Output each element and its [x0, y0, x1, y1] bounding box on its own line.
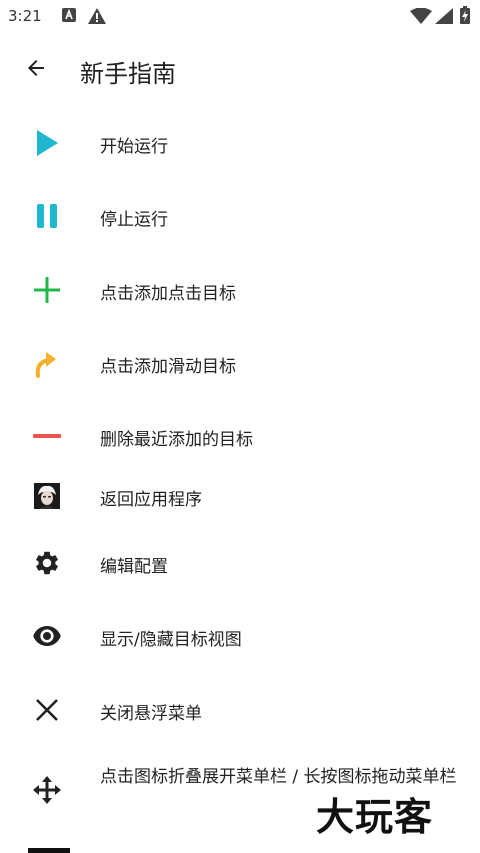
guide-item-label: 点击添加点击目标: [100, 284, 236, 304]
app-avatar-icon: [24, 482, 70, 510]
back-button[interactable]: [16, 50, 56, 90]
page-title: 新手指南: [80, 60, 176, 88]
guide-item-label: 显示/隐藏目标视图: [100, 630, 242, 650]
guide-item-add-swipe[interactable]: 点击添加滑动目标: [0, 335, 480, 391]
guide-item-label: 开始运行: [100, 137, 168, 157]
close-icon: [24, 696, 70, 724]
eye-icon: [24, 622, 70, 650]
guide-item-label: 关闭悬浮菜单: [100, 704, 202, 724]
guide-item-edit-config[interactable]: 编辑配置: [0, 535, 480, 591]
move-icon: [24, 776, 70, 804]
guide-item-add-tap[interactable]: 点击添加点击目标: [0, 262, 480, 318]
guide-item-label: 删除最近添加的目标: [100, 430, 253, 450]
cell-signal-icon: [435, 8, 453, 28]
guide-item-return-app[interactable]: 返回应用程序: [0, 468, 480, 524]
watermark-logo: 大玩客: [316, 795, 434, 839]
gear-icon: [24, 549, 70, 577]
notification-a-icon: [62, 8, 76, 26]
pause-icon: [24, 202, 70, 230]
warning-icon: [88, 8, 106, 28]
battery-charging-icon: [460, 6, 470, 28]
guide-item-label: 返回应用程序: [100, 490, 202, 510]
guide-item-toggle-targets[interactable]: 显示/隐藏目标视图: [0, 608, 480, 664]
guide-item-close-menu[interactable]: 关闭悬浮菜单: [0, 682, 480, 738]
guide-item-start[interactable]: 开始运行: [0, 115, 480, 171]
guide-item-delete-last[interactable]: 删除最近添加的目标: [0, 408, 480, 464]
guide-item-stop[interactable]: 停止运行: [0, 188, 480, 244]
status-time: 3:21: [8, 7, 42, 25]
play-icon: [24, 129, 70, 157]
wifi-icon: [410, 7, 432, 28]
swipe-arrow-icon: [24, 349, 70, 378]
guide-item-label: 停止运行: [100, 210, 168, 230]
back-arrow-icon: [24, 56, 48, 84]
guide-item-label: 点击添加滑动目标: [100, 357, 236, 377]
bottom-bar-handle: [28, 848, 70, 853]
plus-icon: [24, 276, 70, 304]
minus-icon: [24, 422, 70, 450]
app-bar: 新手指南: [0, 40, 480, 100]
status-bar: 3:21: [0, 0, 480, 32]
guide-item-label: 编辑配置: [100, 557, 168, 577]
